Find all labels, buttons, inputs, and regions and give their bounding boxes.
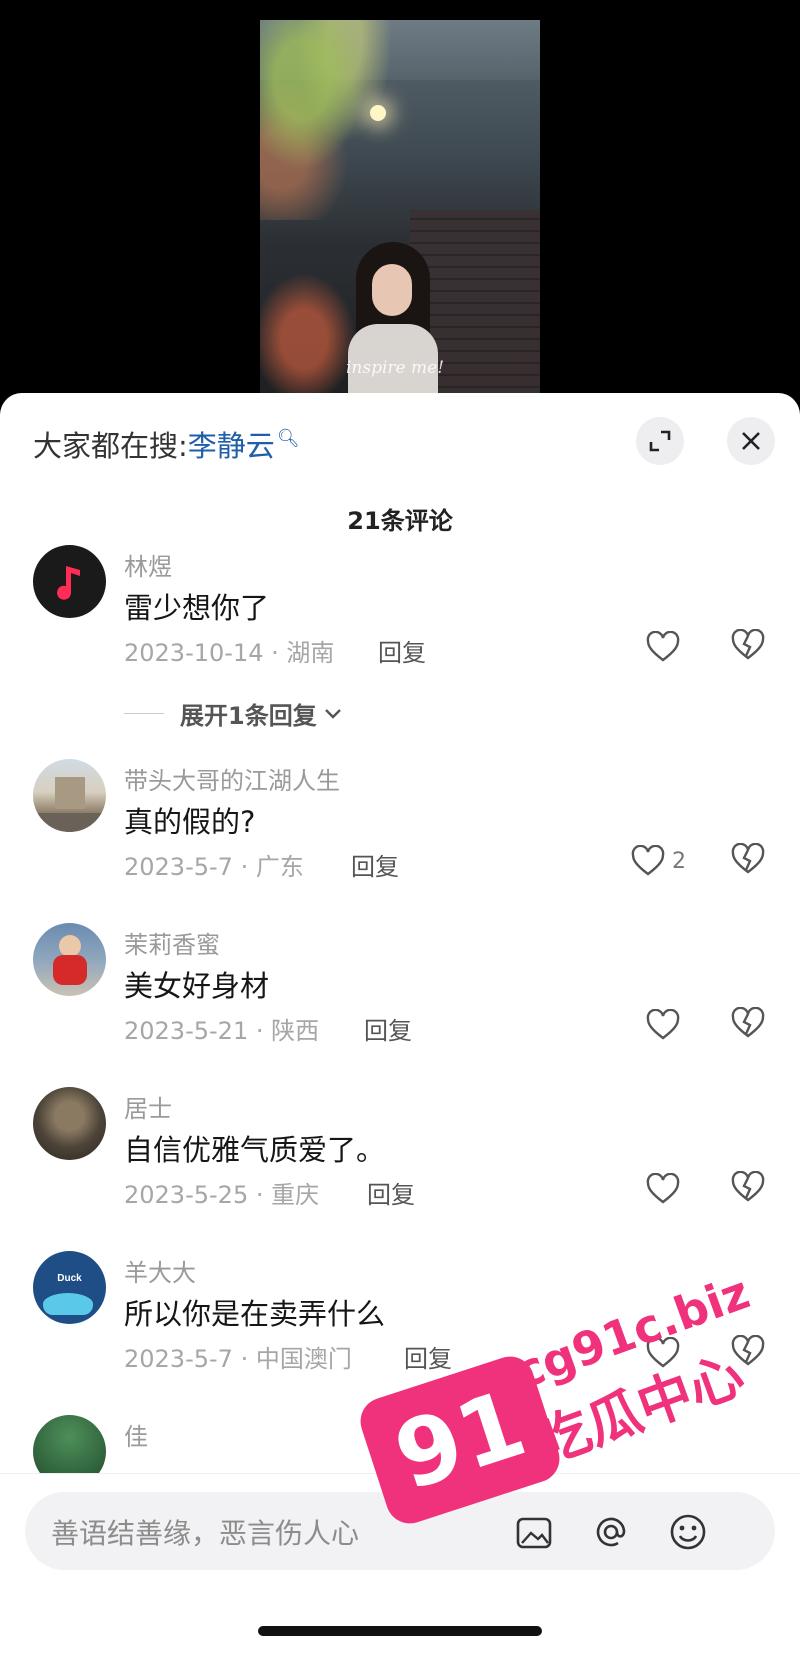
comment-username[interactable]: 佳 bbox=[124, 1417, 148, 1452]
reply-button[interactable]: 回复 bbox=[364, 1011, 412, 1046]
video-caption: inspire me! bbox=[346, 358, 445, 378]
avatar[interactable] bbox=[33, 759, 106, 832]
comment-text: 美女好身材 bbox=[124, 969, 270, 1003]
reply-button[interactable]: 回复 bbox=[367, 1175, 415, 1210]
dislike-button[interactable] bbox=[730, 1170, 766, 1207]
trending-search-keyword[interactable]: 李静云 bbox=[188, 429, 275, 463]
like-button[interactable]: 2 bbox=[630, 843, 686, 879]
comment-item: 带头大哥的江湖人生 真的假的? 2023-5-7 · 广东 回复 2 bbox=[0, 759, 800, 909]
avatar[interactable] bbox=[33, 1415, 106, 1473]
chevron-down-icon bbox=[324, 708, 341, 719]
avatar[interactable] bbox=[33, 923, 106, 996]
watermark: 91 cg91c.biz 吃瓜中心 bbox=[354, 1265, 756, 1565]
home-indicator[interactable] bbox=[258, 1626, 542, 1636]
comment-username[interactable]: 羊大大 bbox=[124, 1253, 196, 1288]
comment-meta: 2023-5-7 · 广东 bbox=[124, 853, 304, 881]
comment-meta: 2023-5-21 · 陕西 bbox=[124, 1017, 320, 1045]
like-button[interactable] bbox=[645, 1171, 687, 1207]
comment-username[interactable]: 林煜 bbox=[124, 547, 172, 582]
comment-item: 茉莉香蜜 美女好身材 2023-5-21 · 陕西 回复 bbox=[0, 923, 800, 1073]
comment-count-title: 21条评论 bbox=[347, 507, 453, 535]
dislike-button[interactable] bbox=[730, 1006, 766, 1043]
like-count: 2 bbox=[672, 848, 686, 874]
broken-heart-icon bbox=[731, 1006, 765, 1038]
comment-text: 雷少想你了 bbox=[124, 591, 270, 625]
comment-item: 林煜 雷少想你了 2023-10-14 · 湖南 回复 bbox=[0, 545, 800, 695]
avatar[interactable]: Duck bbox=[33, 1251, 106, 1324]
like-button[interactable] bbox=[645, 629, 687, 665]
close-button[interactable] bbox=[727, 417, 775, 465]
comment-text: 所以你是在卖弄什么 bbox=[124, 1297, 386, 1331]
divider bbox=[124, 713, 164, 714]
trending-search-prefix: 大家都在搜: bbox=[33, 429, 188, 463]
video-player[interactable]: inspire me! bbox=[260, 20, 540, 395]
broken-heart-icon bbox=[731, 628, 765, 660]
avatar[interactable] bbox=[33, 545, 106, 618]
comment-item: 居士 自信优雅气质爱了。 2023-5-25 · 重庆 回复 bbox=[0, 1087, 800, 1237]
comment-input-placeholder: 善语结善缘，恶言伤人心 bbox=[51, 1517, 360, 1550]
reply-button[interactable]: 回复 bbox=[378, 633, 426, 668]
heart-icon bbox=[646, 1009, 680, 1040]
close-icon bbox=[742, 432, 760, 450]
comment-username[interactable]: 带头大哥的江湖人生 bbox=[124, 761, 340, 796]
dislike-button[interactable] bbox=[730, 628, 766, 665]
trending-search[interactable]: 大家都在搜:李静云 🔍︎ bbox=[33, 423, 300, 465]
dislike-button[interactable] bbox=[730, 842, 766, 879]
reply-button[interactable]: 回复 bbox=[351, 847, 399, 882]
search-icon: 🔍︎ bbox=[276, 428, 300, 449]
video-ceiling-light bbox=[370, 105, 386, 121]
broken-heart-icon bbox=[731, 842, 765, 874]
expand-replies-button[interactable]: 展开1条回复 bbox=[124, 696, 345, 731]
expand-sheet-button[interactable] bbox=[636, 417, 684, 465]
expand-icon bbox=[649, 430, 671, 452]
comment-text: 自信优雅气质爱了。 bbox=[124, 1133, 386, 1167]
music-note-icon bbox=[56, 565, 80, 600]
broken-heart-icon bbox=[731, 1170, 765, 1202]
heart-icon bbox=[646, 631, 680, 662]
comment-meta: 2023-10-14 · 湖南 bbox=[124, 639, 335, 667]
heart-icon bbox=[631, 845, 665, 876]
comment-meta: 2023-5-25 · 重庆 bbox=[124, 1181, 320, 1209]
heart-icon bbox=[646, 1173, 680, 1204]
comment-text: 真的假的? bbox=[124, 805, 256, 839]
avatar[interactable] bbox=[33, 1087, 106, 1160]
like-button[interactable] bbox=[645, 1007, 687, 1043]
comment-username[interactable]: 茉莉香蜜 bbox=[124, 925, 220, 960]
comment-meta: 2023-5-7 · 中国澳门 bbox=[124, 1345, 352, 1373]
comment-username[interactable]: 居士 bbox=[124, 1089, 172, 1124]
expand-replies-label: 展开1条回复 bbox=[180, 702, 317, 730]
